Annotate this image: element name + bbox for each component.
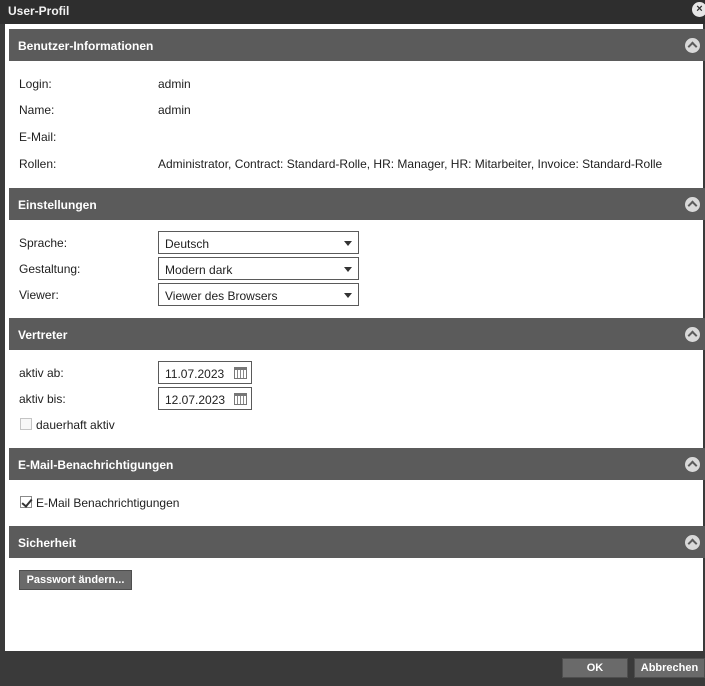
email-label: E-Mail: xyxy=(19,130,57,144)
calendar-icon[interactable] xyxy=(234,367,247,379)
close-icon[interactable]: × xyxy=(692,2,705,17)
theme-select[interactable]: Modern dark xyxy=(158,257,359,280)
roles-label: Rollen: xyxy=(19,157,57,171)
section-title: Sicherheit xyxy=(18,536,77,550)
login-value: admin xyxy=(158,77,191,91)
section-title: Benutzer-Informationen xyxy=(18,39,154,53)
window-titlebar: User-Profil × xyxy=(0,0,705,24)
viewer-select[interactable]: Viewer des Browsers xyxy=(158,283,359,306)
chevron-down-icon xyxy=(344,293,352,298)
section-header-settings[interactable]: Einstellungen xyxy=(9,188,705,220)
theme-select-value: Modern dark xyxy=(165,263,233,277)
language-select-value: Deutsch xyxy=(165,237,210,251)
name-value: admin xyxy=(158,103,191,117)
section-header-user-info[interactable]: Benutzer-Informationen xyxy=(9,29,705,61)
login-label: Login: xyxy=(19,77,52,91)
email-notifications-label: E-Mail Benachrichtigungen xyxy=(36,496,180,510)
theme-label: Gestaltung: xyxy=(19,262,81,276)
viewer-select-value: Viewer des Browsers xyxy=(165,289,278,303)
active-from-label: aktiv ab: xyxy=(19,366,64,380)
active-to-value: 12.07.2023 xyxy=(165,393,226,407)
collapse-icon[interactable] xyxy=(685,457,700,472)
active-from-value: 11.07.2023 xyxy=(165,367,225,381)
collapse-icon[interactable] xyxy=(685,197,700,212)
change-password-button[interactable]: Passwort ändern... xyxy=(19,570,132,590)
active-from-date-field[interactable]: 11.07.2023 xyxy=(158,361,252,384)
chevron-down-icon xyxy=(344,241,352,246)
window-frame-left xyxy=(0,24,5,686)
calendar-icon[interactable] xyxy=(234,393,247,405)
roles-value: Administrator, Contract: Standard-Rolle,… xyxy=(158,157,663,171)
section-header-security[interactable]: Sicherheit xyxy=(9,526,705,558)
active-to-label: aktiv bis: xyxy=(19,392,66,406)
section-header-notifications[interactable]: E-Mail-Benachrichtigungen xyxy=(9,448,705,480)
section-title: E-Mail-Benachrichtigungen xyxy=(18,458,174,472)
section-title: Vertreter xyxy=(18,328,68,342)
section-header-substitute[interactable]: Vertreter xyxy=(9,318,705,350)
viewer-label: Viewer: xyxy=(19,288,59,302)
collapse-icon[interactable] xyxy=(685,535,700,550)
chevron-down-icon xyxy=(344,267,352,272)
window-title: User-Profil xyxy=(8,4,70,18)
permanent-active-checkbox[interactable] xyxy=(20,418,32,430)
collapse-icon[interactable] xyxy=(685,327,700,342)
collapse-icon[interactable] xyxy=(685,38,700,53)
cancel-button[interactable]: Abbrechen xyxy=(634,658,705,678)
language-label: Sprache: xyxy=(19,236,68,250)
ok-button[interactable]: OK xyxy=(562,658,628,678)
permanent-active-label: dauerhaft aktiv xyxy=(36,418,115,432)
name-label: Name: xyxy=(19,103,55,117)
language-select[interactable]: Deutsch xyxy=(158,231,359,254)
active-to-date-field[interactable]: 12.07.2023 xyxy=(158,387,252,410)
section-title: Einstellungen xyxy=(18,198,97,212)
email-notifications-checkbox[interactable] xyxy=(20,496,32,508)
